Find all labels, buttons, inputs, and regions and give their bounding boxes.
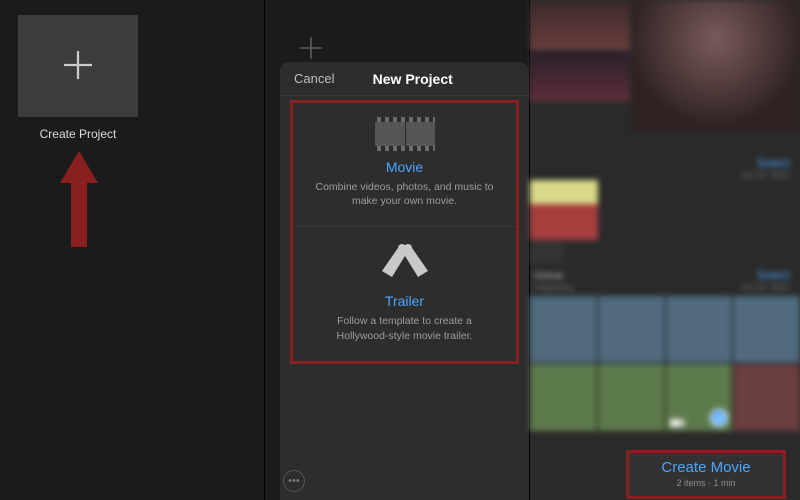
- trailer-title: Trailer: [311, 293, 498, 309]
- more-icon[interactable]: •••: [283, 470, 305, 492]
- sheet-header: Cancel New Project: [280, 62, 529, 96]
- new-project-sheet: Cancel New Project Movie Combine videos,…: [280, 62, 529, 500]
- thumbnail[interactable]: [530, 242, 564, 264]
- media-cell[interactable]: [733, 364, 800, 431]
- media-cell[interactable]: [530, 296, 597, 363]
- thumbnail[interactable]: [530, 0, 630, 50]
- select-button[interactable]: Select: [741, 268, 790, 282]
- sheet-title: New Project: [310, 71, 515, 87]
- movie-option[interactable]: Movie Combine videos, photos, and music …: [293, 103, 516, 226]
- movie-title: Movie: [311, 159, 498, 175]
- step3-panel: Select Jul 10, 2021 Home Magalang Select…: [530, 0, 800, 500]
- media-picker-background: Select Jul 10, 2021 Home Magalang Select…: [530, 0, 800, 500]
- section-subtitle: Magalang: [534, 282, 574, 292]
- filmstrip-icon: [375, 117, 435, 151]
- section-date: Jul 10, 2021: [741, 282, 790, 292]
- step1-panel: Create Project: [0, 0, 265, 500]
- movie-desc: Combine videos, photos, and music to mak…: [311, 180, 498, 208]
- media-cell[interactable]: [598, 296, 665, 363]
- project-type-options: Movie Combine videos, photos, and music …: [290, 100, 519, 364]
- media-cell[interactable]: [733, 296, 800, 363]
- create-movie-meta: 2 items · 1 min: [629, 478, 783, 488]
- section-title: Home: [534, 270, 574, 282]
- plus-icon: [57, 44, 99, 89]
- media-cell[interactable]: [598, 364, 665, 431]
- annotation-arrow-up: [60, 151, 98, 250]
- media-cell[interactable]: [666, 296, 733, 363]
- spotlights-icon: [380, 241, 430, 285]
- create-movie-button[interactable]: Create Movie 2 items · 1 min: [626, 450, 786, 499]
- media-cell[interactable]: [666, 364, 733, 431]
- thumbnail[interactable]: [530, 180, 598, 240]
- video-icon: [670, 417, 684, 427]
- create-project-tile[interactable]: [18, 15, 138, 117]
- media-cell[interactable]: [530, 364, 597, 431]
- trailer-desc: Follow a template to create a Hollywood-…: [311, 314, 498, 342]
- selected-checkmark-icon: [710, 409, 728, 427]
- trailer-option[interactable]: Trailer Follow a template to create a Ho…: [293, 226, 516, 360]
- thumbnail[interactable]: [530, 52, 630, 102]
- select-button[interactable]: Select: [741, 156, 790, 170]
- section-date: Jul 10, 2021: [741, 170, 790, 180]
- create-movie-label: Create Movie: [629, 459, 783, 476]
- create-project-label: Create Project: [18, 127, 138, 141]
- thumbnail[interactable]: [632, 0, 800, 132]
- media-grid: [530, 296, 800, 431]
- step2-panel: Cancel New Project Movie Combine videos,…: [265, 0, 530, 500]
